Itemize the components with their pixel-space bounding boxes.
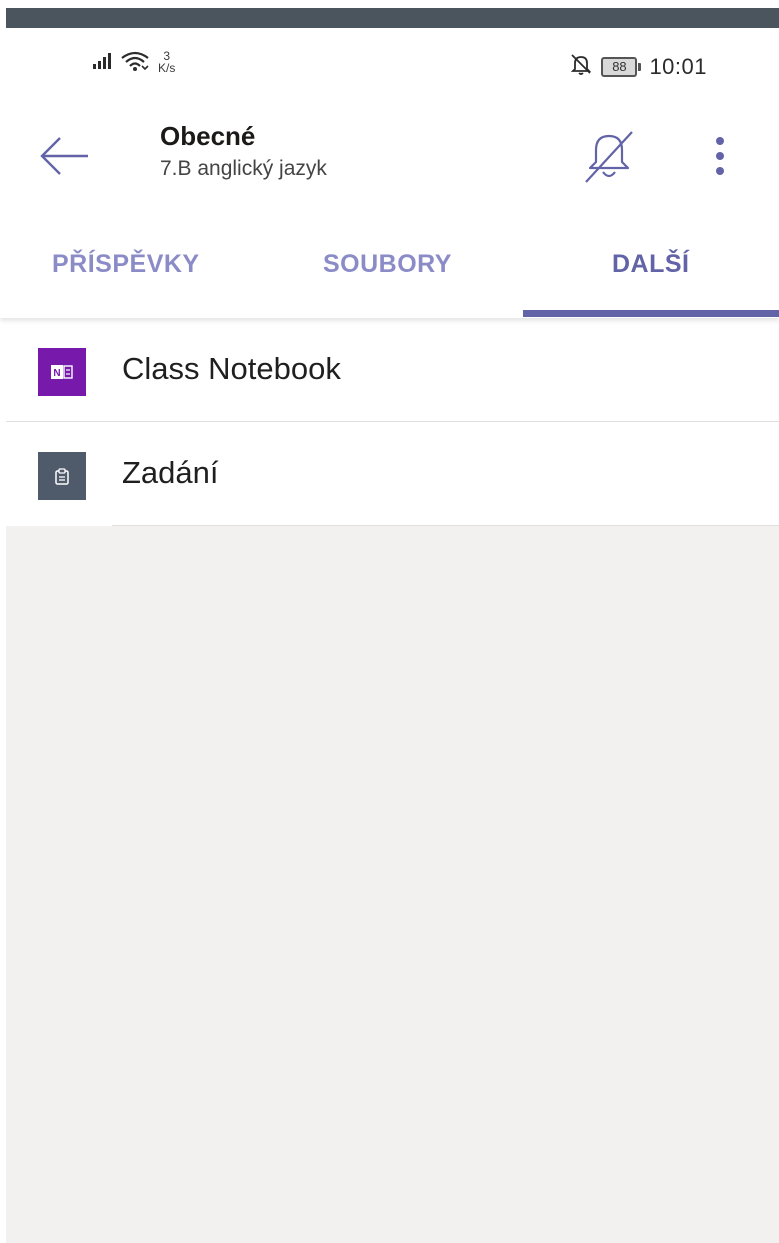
signal-bars-icon xyxy=(92,50,114,70)
device-top-bar xyxy=(0,8,779,28)
status-time: 10:01 xyxy=(649,53,707,79)
network-speed-unit: K/s xyxy=(158,61,176,75)
channel-header: Obecné 7.B anglický jazyk xyxy=(0,96,779,214)
empty-content-area xyxy=(0,526,779,1243)
status-bar: 3 K/s 88 10:01 xyxy=(0,36,779,94)
status-right: 88 10:01 xyxy=(569,52,707,81)
battery-level: 88 xyxy=(601,56,638,77)
battery-indicator: 88 xyxy=(601,56,642,77)
apps-list: N Class Notebook Zadání xyxy=(0,318,779,526)
active-tab-indicator xyxy=(523,310,779,317)
wifi-icon xyxy=(120,50,150,72)
tab-posts[interactable]: PŘÍSPĚVKY xyxy=(52,250,200,279)
tab-files[interactable]: SOUBORY xyxy=(323,250,452,279)
tab-more[interactable]: DALŠÍ xyxy=(612,250,690,279)
channel-title: Obecné xyxy=(160,121,256,151)
assignments-icon xyxy=(38,452,86,500)
more-options-button[interactable] xyxy=(700,130,740,182)
mute-notifications-button[interactable] xyxy=(576,124,642,190)
list-item-assignments[interactable]: Zadání xyxy=(0,422,779,526)
screen-edge xyxy=(0,0,6,1243)
back-button[interactable] xyxy=(34,132,94,180)
more-vertical-icon xyxy=(716,137,724,145)
onenote-icon: N xyxy=(38,348,86,396)
bell-off-icon xyxy=(569,52,593,81)
title-block: Obecné 7.B anglický jazyk xyxy=(160,120,327,184)
more-dot xyxy=(716,167,724,175)
battery-tip xyxy=(638,62,642,71)
network-speed: 3 K/s xyxy=(158,50,175,74)
bell-slash-icon xyxy=(576,131,642,194)
list-item-class-notebook[interactable]: N Class Notebook xyxy=(0,318,779,422)
list-item-label: Class Notebook xyxy=(122,351,341,386)
channel-tabs: PŘÍSPĚVKY SOUBORY DALŠÍ xyxy=(0,214,779,318)
svg-text:N: N xyxy=(53,368,60,379)
arrow-left-icon xyxy=(34,137,94,184)
more-dot xyxy=(716,152,724,160)
status-left: 3 K/s xyxy=(92,50,175,74)
team-name: 7.B anglický jazyk xyxy=(160,157,327,180)
list-item-label: Zadání xyxy=(122,455,219,490)
